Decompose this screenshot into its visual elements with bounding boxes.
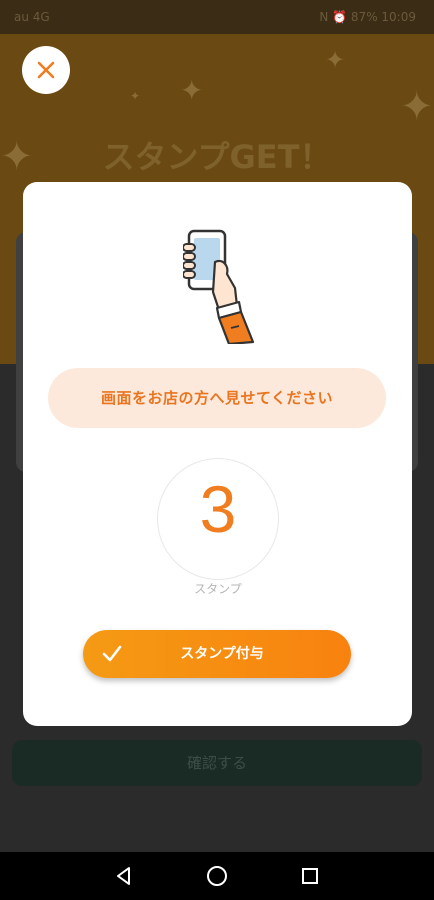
grant-stamp-button[interactable]: スタンプ付与 <box>83 630 351 678</box>
status-bar: au 4G N ⏰ 87% 10:09 <box>0 0 434 34</box>
home-icon <box>207 866 227 886</box>
hand-phone-icon <box>183 229 255 344</box>
recents-button[interactable] <box>298 864 322 888</box>
sparkle-icon: ✦ <box>130 89 141 103</box>
back-icon <box>117 867 130 885</box>
recents-icon <box>302 868 318 884</box>
back-button[interactable] <box>112 864 136 888</box>
grant-stamp-label: スタンプ付与 <box>180 646 264 662</box>
stamp-count: 3 <box>199 472 237 546</box>
stamp-modal: 画面をお店の方へ見せてください 3 スタンプ スタンプ付与 <box>23 182 412 726</box>
sparkle-icon: ✦ <box>325 46 346 74</box>
stamp-label: スタンプ <box>194 582 242 596</box>
stamp-count-circle: 3 <box>157 458 279 580</box>
home-button[interactable] <box>205 864 229 888</box>
confirm-button[interactable]: 確認する <box>12 740 422 786</box>
sparkle-icon: ✦ <box>400 84 434 130</box>
hero-title: スタンプGET！ <box>102 138 332 176</box>
instruction-message: 画面をお店の方へ見せてください <box>48 368 386 428</box>
android-nav-bar <box>0 852 434 900</box>
close-button[interactable] <box>22 46 70 94</box>
close-icon <box>37 61 55 79</box>
sparkle-icon: ✦ <box>180 74 204 107</box>
status-right: N ⏰ 87% 10:09 <box>319 10 416 24</box>
status-left: au 4G <box>14 10 50 24</box>
